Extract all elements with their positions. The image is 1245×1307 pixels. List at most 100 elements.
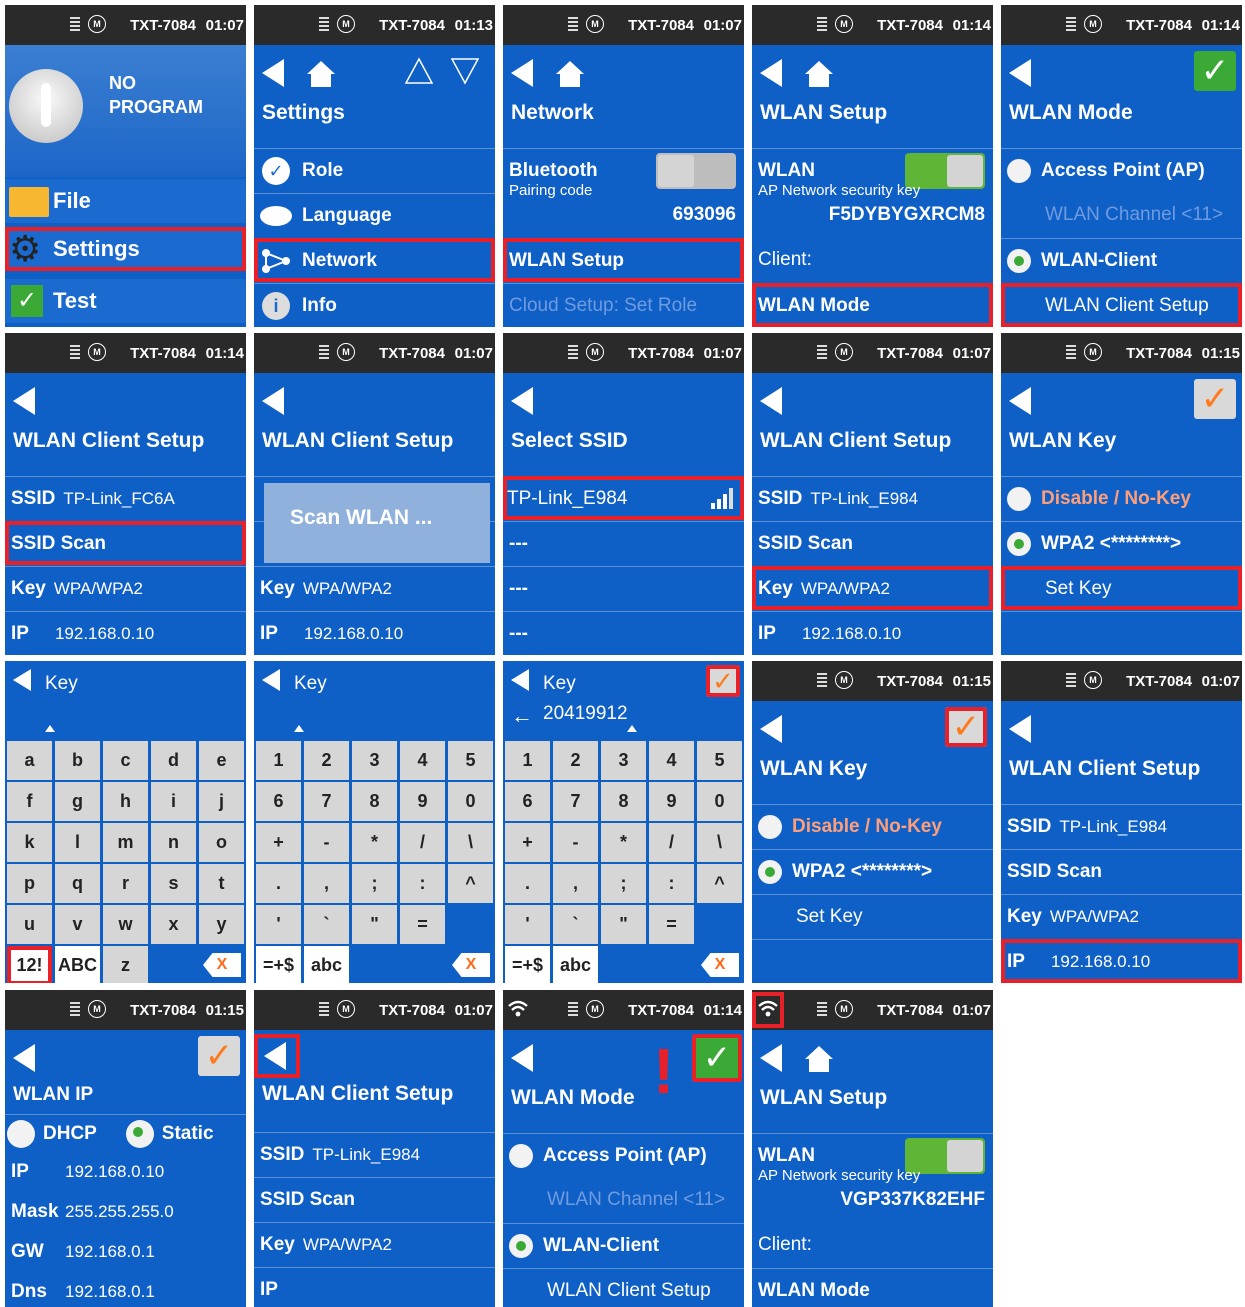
menu-settings[interactable]: ⚙ Settings [5, 227, 246, 271]
key[interactable]: k [7, 823, 52, 862]
key[interactable]: " [601, 905, 646, 944]
key[interactable]: - [304, 823, 349, 862]
key[interactable]: : [649, 864, 694, 903]
key[interactable]: 4 [400, 741, 445, 780]
key[interactable]: 3 [352, 741, 397, 780]
key[interactable]: c [103, 741, 148, 780]
key[interactable]: 8 [601, 782, 646, 821]
menu-wlan-client-setup[interactable]: WLAN Client Setup [1001, 283, 1242, 327]
more-symbols-key[interactable]: =+$ [256, 946, 301, 983]
key[interactable]: 8 [352, 782, 397, 821]
key-row[interactable]: Key WPA/WPA2 [5, 566, 246, 610]
option-wpa2[interactable]: WPA2 <********> [752, 849, 993, 893]
confirm-check-icon[interactable]: ✓ [1194, 51, 1236, 91]
down-arrow-icon[interactable] [450, 57, 480, 85]
menu-info[interactable]: i Info [254, 283, 495, 327]
ip-row[interactable]: IP 192.168.0.10 [254, 611, 495, 655]
menu-wlan-client-setup[interactable]: WLAN Client Setup [503, 1268, 744, 1307]
option-static[interactable]: Static [125, 1119, 214, 1148]
ssid-scan-button[interactable]: SSID Scan [5, 521, 246, 565]
symbols-mode-key[interactable]: 12! [7, 946, 52, 983]
option-dhcp[interactable]: DHCP [7, 1119, 97, 1148]
key[interactable]: 3 [601, 741, 646, 780]
key[interactable]: ^ [697, 864, 742, 903]
key[interactable]: p [7, 864, 52, 903]
key[interactable]: + [505, 823, 550, 862]
key[interactable]: ` [553, 905, 598, 944]
key[interactable]: f [7, 782, 52, 821]
menu-test[interactable]: ✓ Test [5, 279, 246, 323]
power-icon[interactable] [9, 69, 83, 143]
menu-role[interactable]: ✓ Role [254, 148, 495, 192]
key[interactable]: s [151, 864, 196, 903]
back-icon[interactable] [262, 59, 284, 87]
option-wpa2[interactable]: WPA2 <********> [1001, 521, 1242, 565]
key[interactable]: 1 [256, 741, 301, 780]
key[interactable]: \ [697, 823, 742, 862]
option-access-point[interactable]: Access Point (AP) [1001, 148, 1242, 192]
key[interactable]: 2 [553, 741, 598, 780]
back-icon[interactable] [760, 59, 782, 87]
key[interactable]: 0 [697, 782, 742, 821]
key[interactable]: 5 [448, 741, 493, 780]
key[interactable]: , [553, 864, 598, 903]
key[interactable]: + [256, 823, 301, 862]
bluetooth-toggle[interactable] [656, 153, 736, 189]
key[interactable]: ' [256, 905, 301, 944]
home-icon[interactable] [804, 59, 834, 89]
key[interactable]: 9 [400, 782, 445, 821]
menu-file[interactable]: File [5, 179, 246, 223]
ip-row[interactable]: IP 192.168.0.10 [1001, 939, 1242, 983]
option-wlan-client[interactable]: WLAN-Client [1001, 238, 1242, 282]
key[interactable]: m [103, 823, 148, 862]
key-row[interactable]: Key WPA/WPA2 [254, 1222, 495, 1266]
back-icon[interactable] [13, 669, 31, 691]
key[interactable]: 6 [256, 782, 301, 821]
backspace-icon[interactable]: X [452, 953, 490, 977]
ssid-item[interactable]: --- [503, 611, 744, 655]
back-icon[interactable] [511, 387, 533, 415]
key[interactable]: v [55, 905, 100, 944]
key[interactable]: " [352, 905, 397, 944]
more-symbols-key[interactable]: =+$ [505, 946, 550, 983]
back-icon[interactable] [760, 387, 782, 415]
arrow-left-icon[interactable]: ← [511, 703, 533, 729]
key[interactable]: j [199, 782, 244, 821]
key[interactable]: ' [505, 905, 550, 944]
key[interactable]: - [553, 823, 598, 862]
ssid-scan-button[interactable]: SSID Scan [254, 1177, 495, 1221]
key[interactable]: * [352, 823, 397, 862]
ssid-row[interactable]: SSID TP-Link_E984 [1001, 804, 1242, 848]
back-icon[interactable] [1009, 715, 1031, 743]
set-key-button[interactable]: Set Key [752, 894, 993, 938]
key[interactable]: 0 [448, 782, 493, 821]
home-icon[interactable] [555, 59, 585, 89]
ssid-item[interactable]: --- [503, 521, 744, 565]
key[interactable]: 9 [649, 782, 694, 821]
key[interactable]: x [151, 905, 196, 944]
up-arrow-icon[interactable] [404, 57, 434, 85]
ssid-item[interactable]: TP-Link_E984 [503, 476, 744, 520]
option-disable-key[interactable]: Disable / No-Key [1001, 476, 1242, 520]
back-icon[interactable] [511, 669, 529, 691]
back-button[interactable] [254, 1034, 300, 1078]
key-row[interactable]: Key WPA/WPA2 [1001, 894, 1242, 938]
key[interactable]: n [151, 823, 196, 862]
key[interactable]: ` [304, 905, 349, 944]
ssid-scan-button[interactable]: SSID Scan [752, 521, 993, 565]
key[interactable]: \ [448, 823, 493, 862]
ip-row[interactable]: IP 192.168.0.10 [752, 611, 993, 655]
key[interactable]: b [55, 741, 100, 780]
option-disable-key[interactable]: Disable / No-Key [752, 804, 993, 848]
key[interactable]: y [199, 905, 244, 944]
key[interactable]: 5 [697, 741, 742, 780]
menu-network[interactable]: Network [254, 238, 495, 282]
back-icon[interactable] [13, 387, 35, 415]
ssid-row[interactable]: SSID TP-Link_E984 [752, 476, 993, 520]
key[interactable]: . [505, 864, 550, 903]
key[interactable]: t [199, 864, 244, 903]
home-icon[interactable] [804, 1044, 834, 1074]
key-row[interactable]: Key WPA/WPA2 [254, 566, 495, 610]
key-row[interactable]: Key WPA/WPA2 [752, 566, 993, 610]
uppercase-mode-key[interactable]: ABC [55, 946, 100, 983]
